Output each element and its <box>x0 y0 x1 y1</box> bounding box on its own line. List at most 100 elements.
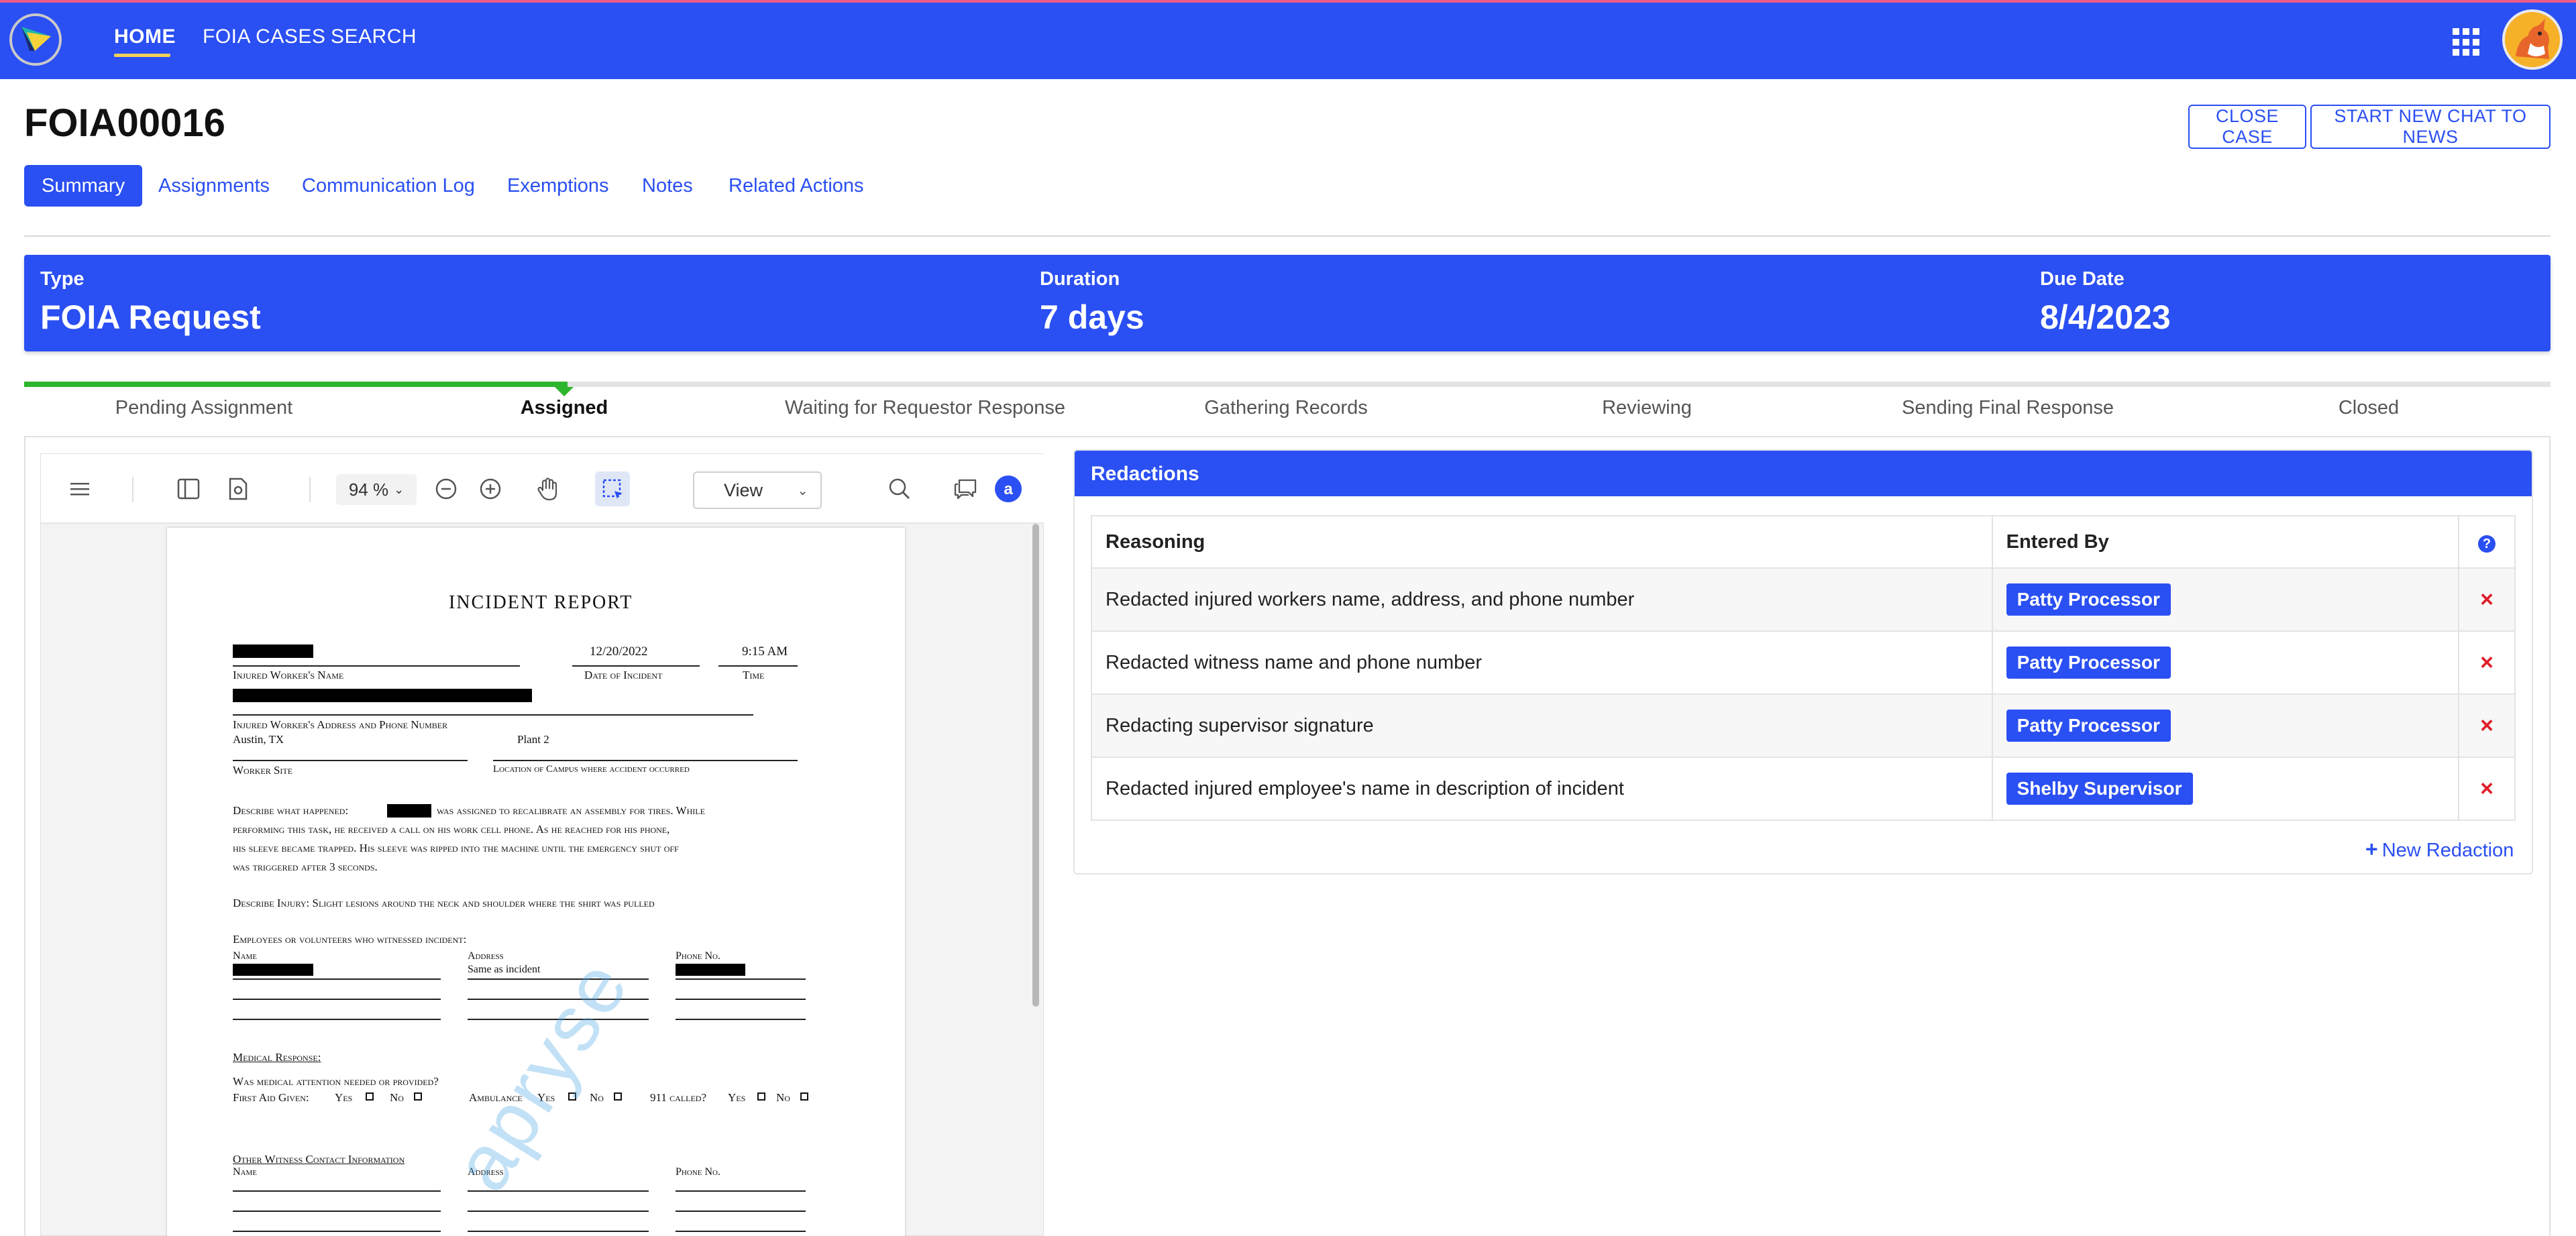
tab-assignments[interactable]: Assignments <box>158 165 270 207</box>
tab-communication-log[interactable]: Communication Log <box>302 165 475 207</box>
tab-exemptions[interactable]: Exemptions <box>507 165 609 207</box>
label-date-of-incident: Date of Incident <box>584 669 663 681</box>
medical-heading: Medical Response: <box>233 1051 321 1064</box>
form-line <box>676 1019 806 1020</box>
chevron-down-icon: ⌄ <box>394 482 405 496</box>
user-avatar[interactable] <box>2502 9 2563 70</box>
view-mode-select[interactable]: View ⌄ <box>693 471 822 509</box>
tab-related-actions[interactable]: Related Actions <box>729 165 864 207</box>
select-region-icon[interactable] <box>595 471 630 506</box>
user-chip[interactable]: Patty Processor <box>2006 710 2171 742</box>
user-chip[interactable]: Shelby Supervisor <box>2006 773 2193 805</box>
tab-notes[interactable]: Notes <box>642 165 693 207</box>
sidebar-panel-icon[interactable] <box>171 471 206 506</box>
checkbox <box>757 1092 765 1101</box>
label-time: Time <box>743 669 765 681</box>
top-accent-line <box>0 0 2576 3</box>
app-logo[interactable] <box>9 13 62 66</box>
col-address: Address <box>468 950 504 962</box>
delete-redaction-icon[interactable]: × <box>2459 713 2514 739</box>
apps-grid-icon[interactable] <box>2453 28 2481 56</box>
page-settings-icon[interactable] <box>221 471 256 506</box>
form-line <box>233 1019 441 1020</box>
called-911-yes: Yes <box>728 1091 746 1104</box>
injury-description: Describe Injury: Slight lesions around t… <box>233 897 655 909</box>
form-line <box>233 978 441 980</box>
nav-search[interactable]: SEARCH <box>331 25 417 48</box>
other-witness-heading: Other Witness Contact Information <box>233 1153 405 1166</box>
menu-icon[interactable] <box>62 471 97 506</box>
case-summary-banner: Type FOIA Request Duration 7 days Due Da… <box>24 255 2551 351</box>
workflow-progress-track <box>24 382 2551 387</box>
nav-foia-cases[interactable]: FOIA CASES <box>203 25 325 48</box>
what-happened-line-3: his sleeve became trapped. His sleeve wa… <box>233 842 679 854</box>
incident-time: 9:15 AM <box>742 644 788 659</box>
toolbar-separator <box>132 477 133 502</box>
called-911-no: No <box>776 1091 790 1104</box>
what-happened-line-4: was triggered after 3 seconds. <box>233 860 378 873</box>
redaction-box <box>233 689 532 702</box>
form-line <box>233 714 753 716</box>
user-chip[interactable]: Patty Processor <box>2006 647 2171 679</box>
label-worker-site: Worker Site <box>233 764 293 777</box>
redaction-reasoning: Redacted witness name and phone number <box>1091 630 1993 695</box>
tab-summary[interactable]: Summary <box>24 165 143 207</box>
redaction-box <box>233 644 313 658</box>
column-reasoning: Reasoning <box>1091 515 1993 569</box>
svg-text:a: a <box>1004 480 1013 498</box>
document-title: INCIDENT REPORT <box>449 592 633 613</box>
redactions-header: Redactions <box>1075 451 2532 496</box>
workflow-current-marker <box>555 387 574 396</box>
workflow-progress-fill <box>24 382 568 387</box>
close-case-button[interactable]: CLOSE CASE <box>2188 105 2306 149</box>
label-worker-address: Injured Worker's Address and Phone Numbe… <box>233 718 448 731</box>
label-location: Location of Campus where accident occurr… <box>493 764 690 775</box>
apryse-icon[interactable]: a <box>991 471 1026 506</box>
viewer-scrollbar[interactable] <box>1032 524 1039 1007</box>
document-viewer: 94 % ⌄ View ⌄ a INCIDENT REPORT 12/20/2022… <box>40 453 1044 1236</box>
apryse-watermark: apryse <box>436 944 647 1206</box>
table-row: Redacted injured employee's name in desc… <box>1091 756 2516 821</box>
form-line <box>572 665 700 667</box>
nav-home[interactable]: HOME <box>114 25 176 48</box>
form-line <box>718 665 798 667</box>
redaction-reasoning: Redacting supervisor signature <box>1091 693 1993 758</box>
witness-address: Same as incident <box>468 964 541 975</box>
column-entered-by: Entered By <box>1991 515 2460 569</box>
other-col-name: Name <box>233 1166 257 1178</box>
checkbox <box>614 1092 622 1101</box>
start-new-chat-button[interactable]: START NEW CHAT TO NEWS <box>2310 105 2551 149</box>
checkbox <box>366 1092 374 1101</box>
search-icon[interactable] <box>882 471 917 506</box>
zoom-out-icon[interactable] <box>429 471 464 506</box>
due-date-label: Due Date <box>2040 268 2125 290</box>
what-happened-label: Describe what happened: <box>233 804 349 817</box>
stage-pending-assignment: Pending Assignment <box>115 397 293 418</box>
delete-redaction-icon[interactable]: × <box>2459 776 2514 802</box>
redaction-box <box>676 964 745 976</box>
delete-redaction-icon[interactable]: × <box>2459 650 2514 676</box>
redaction-box <box>387 804 431 818</box>
new-redaction-button[interactable]: + New Redaction <box>2365 837 2514 862</box>
first-aid-yes: Yes <box>335 1091 353 1104</box>
pan-hand-icon[interactable] <box>531 471 566 506</box>
stage-closed: Closed <box>2338 397 2400 418</box>
form-line <box>233 999 441 1000</box>
comments-icon[interactable] <box>948 471 983 506</box>
col-phone: Phone No. <box>676 950 720 962</box>
duration-label: Duration <box>1040 268 1120 290</box>
redactions-title: Redactions <box>1091 463 1199 485</box>
zoom-level-select[interactable]: 94 % ⌄ <box>336 474 417 505</box>
zoom-in-icon[interactable] <box>473 471 508 506</box>
help-icon[interactable]: ? <box>2478 535 2496 553</box>
duration-value: 7 days <box>1040 298 1144 336</box>
other-col-phone: Phone No. <box>676 1166 720 1178</box>
delete-cell: × <box>2458 693 2516 758</box>
stage-waiting-requestor: Waiting for Requestor Response <box>784 397 1066 418</box>
first-aid-no: No <box>390 1091 404 1104</box>
witness-heading: Employees or volunteers who witnessed in… <box>233 933 467 946</box>
delete-redaction-icon[interactable]: × <box>2459 587 2514 613</box>
checkbox <box>800 1092 808 1101</box>
form-line <box>233 665 520 667</box>
user-chip[interactable]: Patty Processor <box>2006 583 2171 616</box>
